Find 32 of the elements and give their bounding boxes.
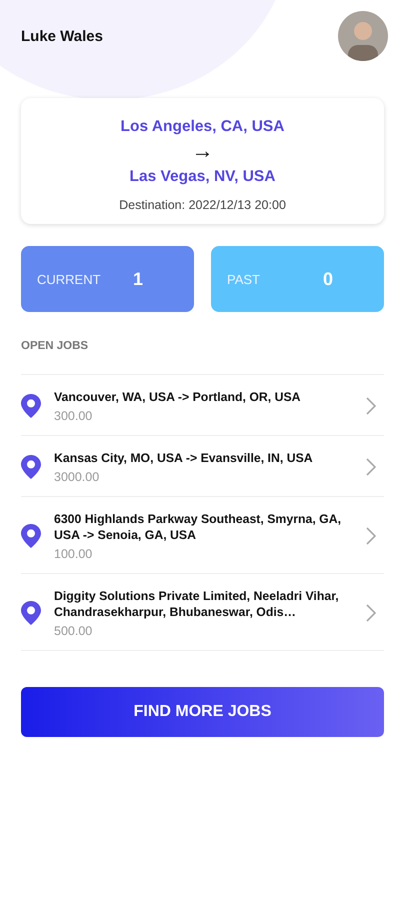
chevron-right-icon [366, 604, 376, 622]
arrow-icon: → [192, 138, 214, 164]
location-pin-icon [21, 524, 41, 548]
job-row[interactable]: Vancouver, WA, USA -> Portland, OR, USA 300.00 [21, 374, 384, 435]
job-row[interactable]: Kansas City, MO, USA -> Evansville, IN, USA 3000.00 [21, 435, 384, 496]
origin-city: Los Angeles, CA, USA [120, 118, 284, 136]
job-row[interactable]: Diggity Solutions Private Limited, Neeladri Vihar, Chandrasekharpur, Bhubaneswar, Odis… 500.00 [21, 573, 384, 651]
job-price: 3000.00 [54, 470, 100, 484]
location-pin-icon [21, 455, 41, 479]
stat-label: PAST [227, 272, 261, 286]
job-route: Kansas City, MO, USA -> Evansville, IN, USA [54, 450, 314, 466]
job-route: Diggity Solutions Private Limited, Neeladri Vihar, Chandrasekharpur, Bhubaneswar, Odis… [54, 588, 340, 620]
destination-city: Las Vegas, NV, USA [130, 168, 276, 186]
job-price: 100.00 [54, 547, 94, 561]
job-route: 6300 Highlands Parkway Southeast, Smyrna, GA, USA -> Senoia, GA, USA [54, 511, 342, 543]
chevron-right-icon [366, 397, 376, 415]
user-name: Luke Wales [21, 28, 103, 44]
job-row[interactable]: 6300 Highlands Parkway Southeast, Smyrna, GA, USA -> Senoia, GA, USA 100.00 [21, 496, 384, 573]
trip-card[interactable]: Los Angeles, CA, USA → Las Vegas, NV, USA Destination: 2022/12/13 20:00 [21, 98, 384, 224]
chevron-right-icon [366, 458, 376, 476]
stat-label: CURRENT [37, 272, 102, 286]
job-price: 500.00 [54, 624, 94, 638]
section-title: OPEN JOBS [21, 340, 90, 352]
job-price: 300.00 [54, 409, 94, 423]
destination-time: Destination: 2022/12/13 20:00 [119, 198, 286, 212]
location-pin-icon [21, 394, 41, 418]
stat-count: 0 [323, 268, 334, 290]
location-pin-icon [21, 601, 41, 625]
stat-count: 1 [133, 268, 144, 290]
job-route: Vancouver, WA, USA -> Portland, OR, USA [54, 389, 302, 405]
chevron-right-icon [366, 527, 376, 545]
find-more-jobs-button[interactable]: FIND MORE JOBS [21, 687, 384, 737]
